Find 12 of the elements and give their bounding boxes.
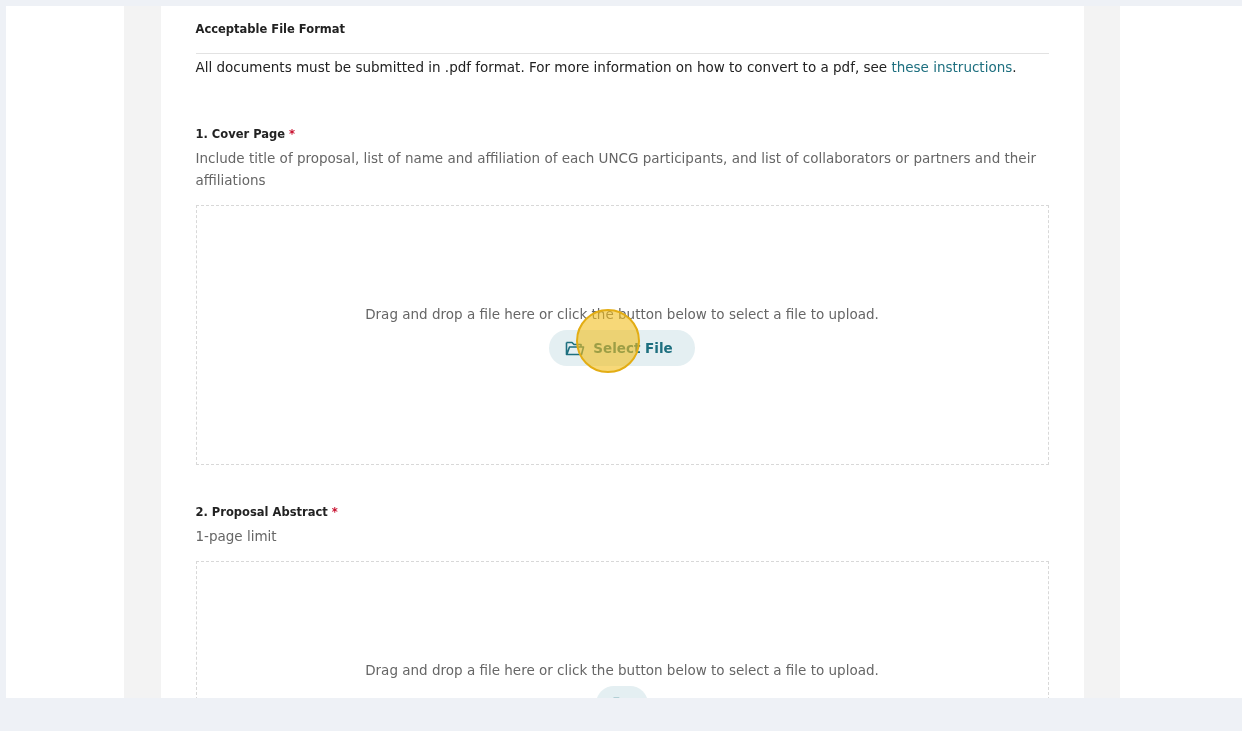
select-file-button[interactable]: Select File [549,330,695,366]
format-instructions: All documents must be submitted in .pdf format. For more information on how to convert to a pdf, see these instructions. [195,58,1018,77]
section-heading: Acceptable File Format [195,21,347,37]
required-mark: * [289,126,296,142]
drop-hint: Drag and drop a file here or click the button below to select a file to upload. [365,661,879,680]
upload-title: 1. Cover Page [195,126,286,142]
upload-description: Include title of proposal, list of name and affiliation of each UNCG participants, and list of collaborators or partners and their affiliations [195,149,1037,190]
required-mark: * [331,504,338,520]
upload-description: 1-page limit [195,527,278,546]
folder-icon [565,339,586,357]
upload-title: 2. Proposal Abstract [195,504,328,520]
drop-zone[interactable]: Drag and drop a file here or click the button below to select a file to upload. [195,561,1049,698]
